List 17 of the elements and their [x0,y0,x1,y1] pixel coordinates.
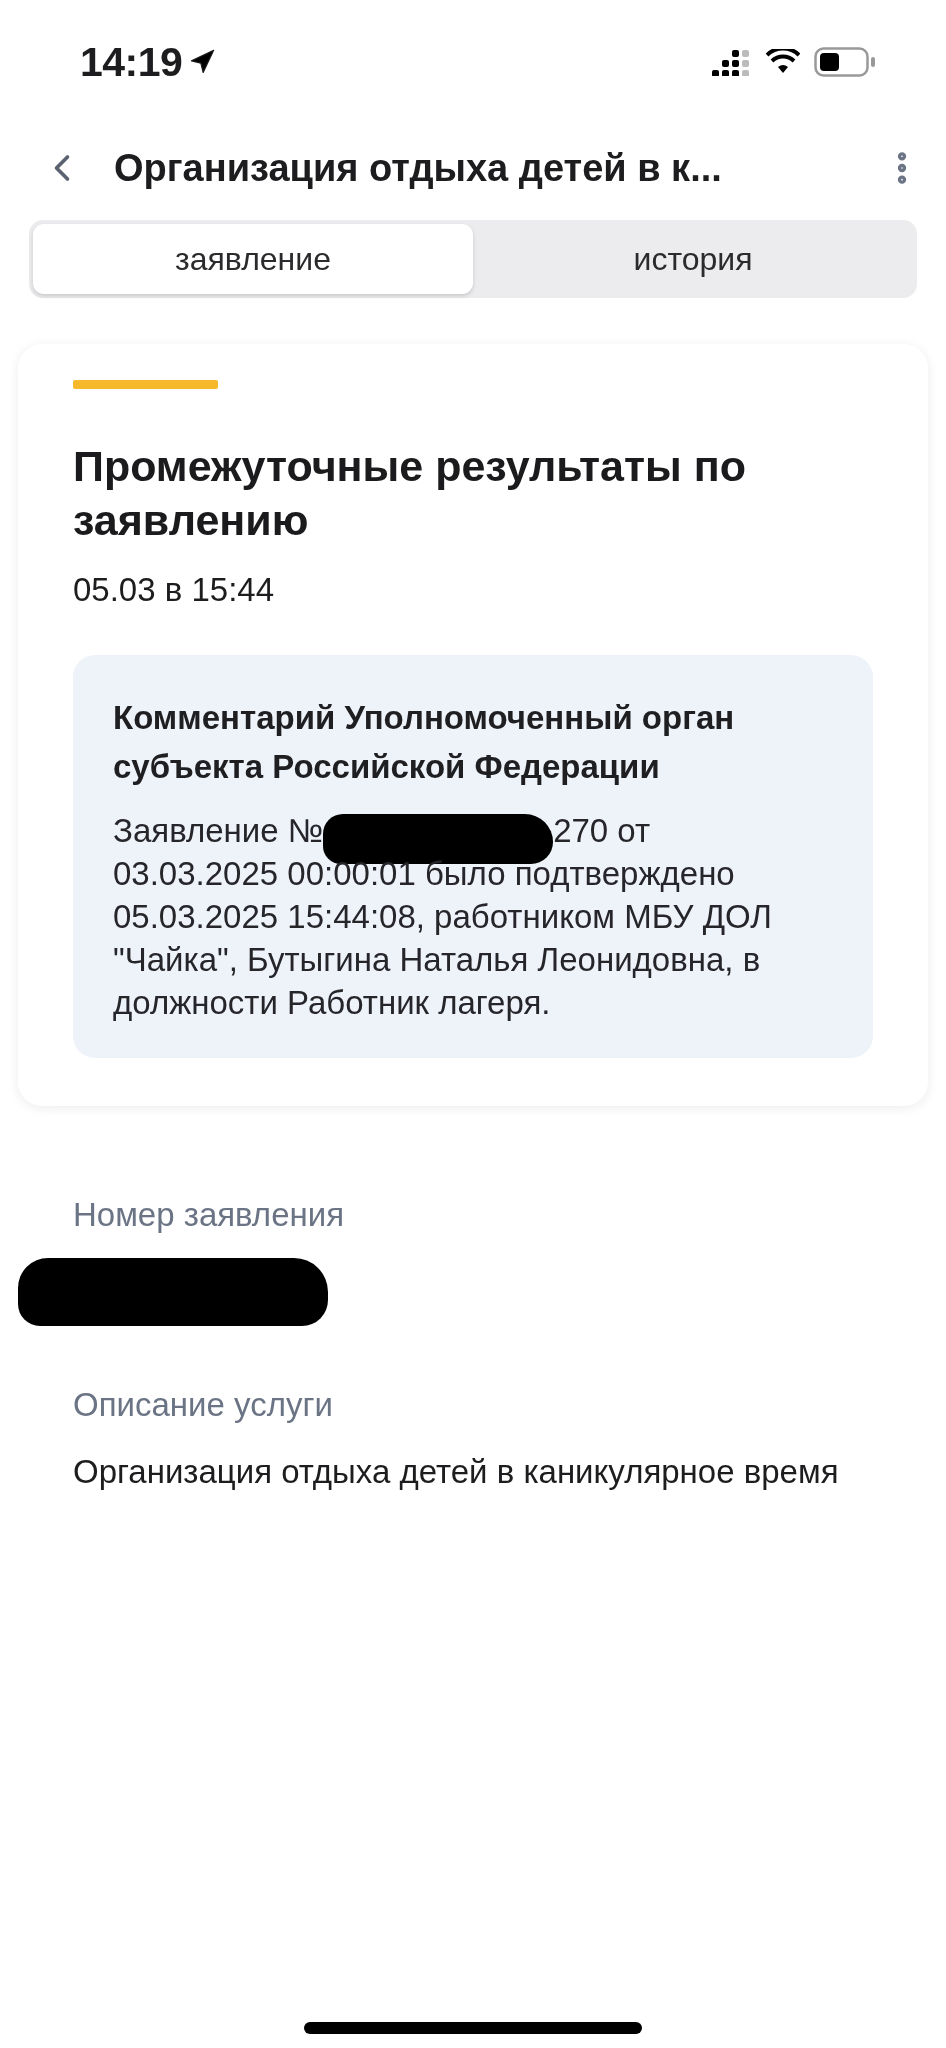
field-label: Описание услуги [73,1386,334,1424]
comment-text: 03.03.2025 00:00:01 было подтверждено 05.03.2025 15:44:08, работником МБУ ДОЛ "Чайка", Бутыгина Наталья Леонидовна, в должности Работник лагеря. [113,854,773,1023]
comment-title: Комментарий Уполномоченный орган субъекта Российской Федерации [113,698,736,787]
tab[interactable]: история [473,224,913,294]
signal-icon [712,48,752,76]
battery-icon [814,47,876,77]
card-title: Промежуточные результаты по заявлению [73,441,747,546]
tab[interactable]: заявление [33,224,473,294]
field-label: Номер заявления [73,1196,345,1234]
comment-text: Заявление № [113,811,324,851]
page-title: Организация отдыха детей в к... [114,146,723,190]
wifi-icon [766,49,800,75]
field-value: Организация отдыха детей в каникулярное время [73,1452,840,1492]
status-time: 14:19 [80,38,183,86]
location-arrow-icon [188,48,217,76]
card-date: 05.03 в 15:44 [73,571,276,609]
comment-text: 270 от [553,811,651,851]
